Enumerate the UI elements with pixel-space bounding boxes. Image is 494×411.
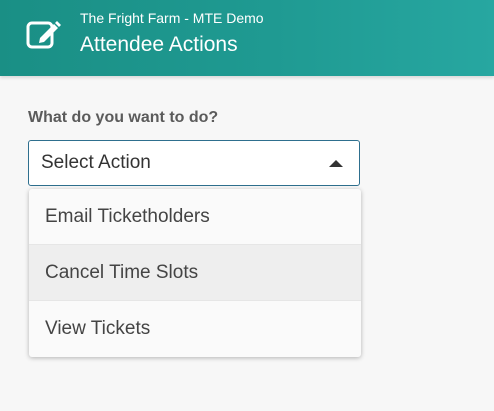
edit-icon xyxy=(26,21,61,49)
option-cancel-time-slots[interactable]: Cancel Time Slots xyxy=(29,245,361,301)
app-header: The Fright Farm - MTE Demo Attendee Acti… xyxy=(0,0,494,76)
option-view-tickets[interactable]: View Tickets xyxy=(29,301,361,357)
page-title: Attendee Actions xyxy=(80,33,238,56)
event-name: The Fright Farm - MTE Demo xyxy=(80,10,264,26)
action-select[interactable]: Select Action xyxy=(28,140,360,186)
action-select-value: Select Action xyxy=(41,152,151,173)
caret-up-icon xyxy=(329,160,343,167)
action-question-label: What do you want to do? xyxy=(28,109,219,126)
action-dropdown-menu: Email Ticketholders Cancel Time Slots Vi… xyxy=(29,189,361,357)
option-email-ticketholders[interactable]: Email Ticketholders xyxy=(29,189,361,245)
